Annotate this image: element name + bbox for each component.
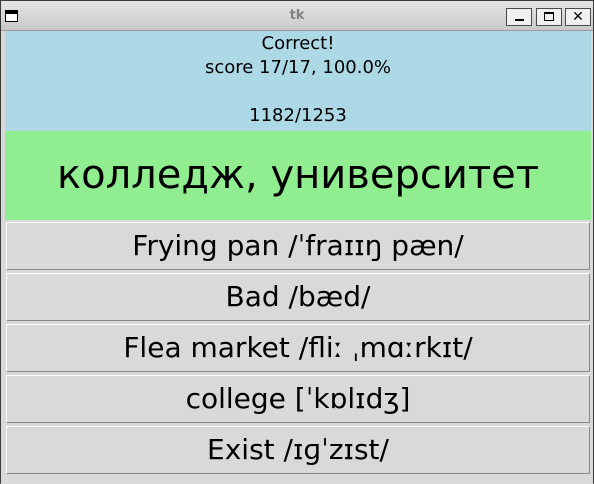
answer-button-2[interactable]: Bad /bæd/ — [6, 273, 590, 321]
title-bar[interactable]: tk ✕ — [1, 1, 593, 31]
maximize-button[interactable] — [536, 8, 562, 26]
prompt-word: колледж, университет — [5, 131, 591, 220]
close-button[interactable]: ✕ — [565, 8, 591, 26]
answer-button-5[interactable]: Exist /ɪɡˈzɪst/ — [6, 426, 590, 474]
status-panel: Correct! score 17/17, 100.0% 1182/1253 — [5, 31, 591, 131]
answer-button-3[interactable]: Flea market /fliː ˌmɑːrkɪt/ — [6, 324, 590, 372]
answer-button-4[interactable]: college [ˈkɒlɪdʒ] — [6, 375, 590, 423]
maximize-icon — [544, 12, 554, 21]
minimize-icon — [515, 19, 524, 21]
close-icon: ✕ — [572, 9, 584, 25]
app-window: tk ✕ Correct! score 17/17, 100.0% 1182/1… — [0, 0, 594, 484]
progress-label: 1182/1253 — [249, 105, 347, 126]
answer-button-1[interactable]: Frying pan /ˈfraɪɪŋ pæn/ — [6, 222, 590, 270]
result-label: Correct! — [261, 33, 335, 54]
minimize-button[interactable] — [506, 8, 532, 26]
score-label: score 17/17, 100.0% — [204, 57, 392, 78]
window-title: tk — [289, 8, 305, 23]
